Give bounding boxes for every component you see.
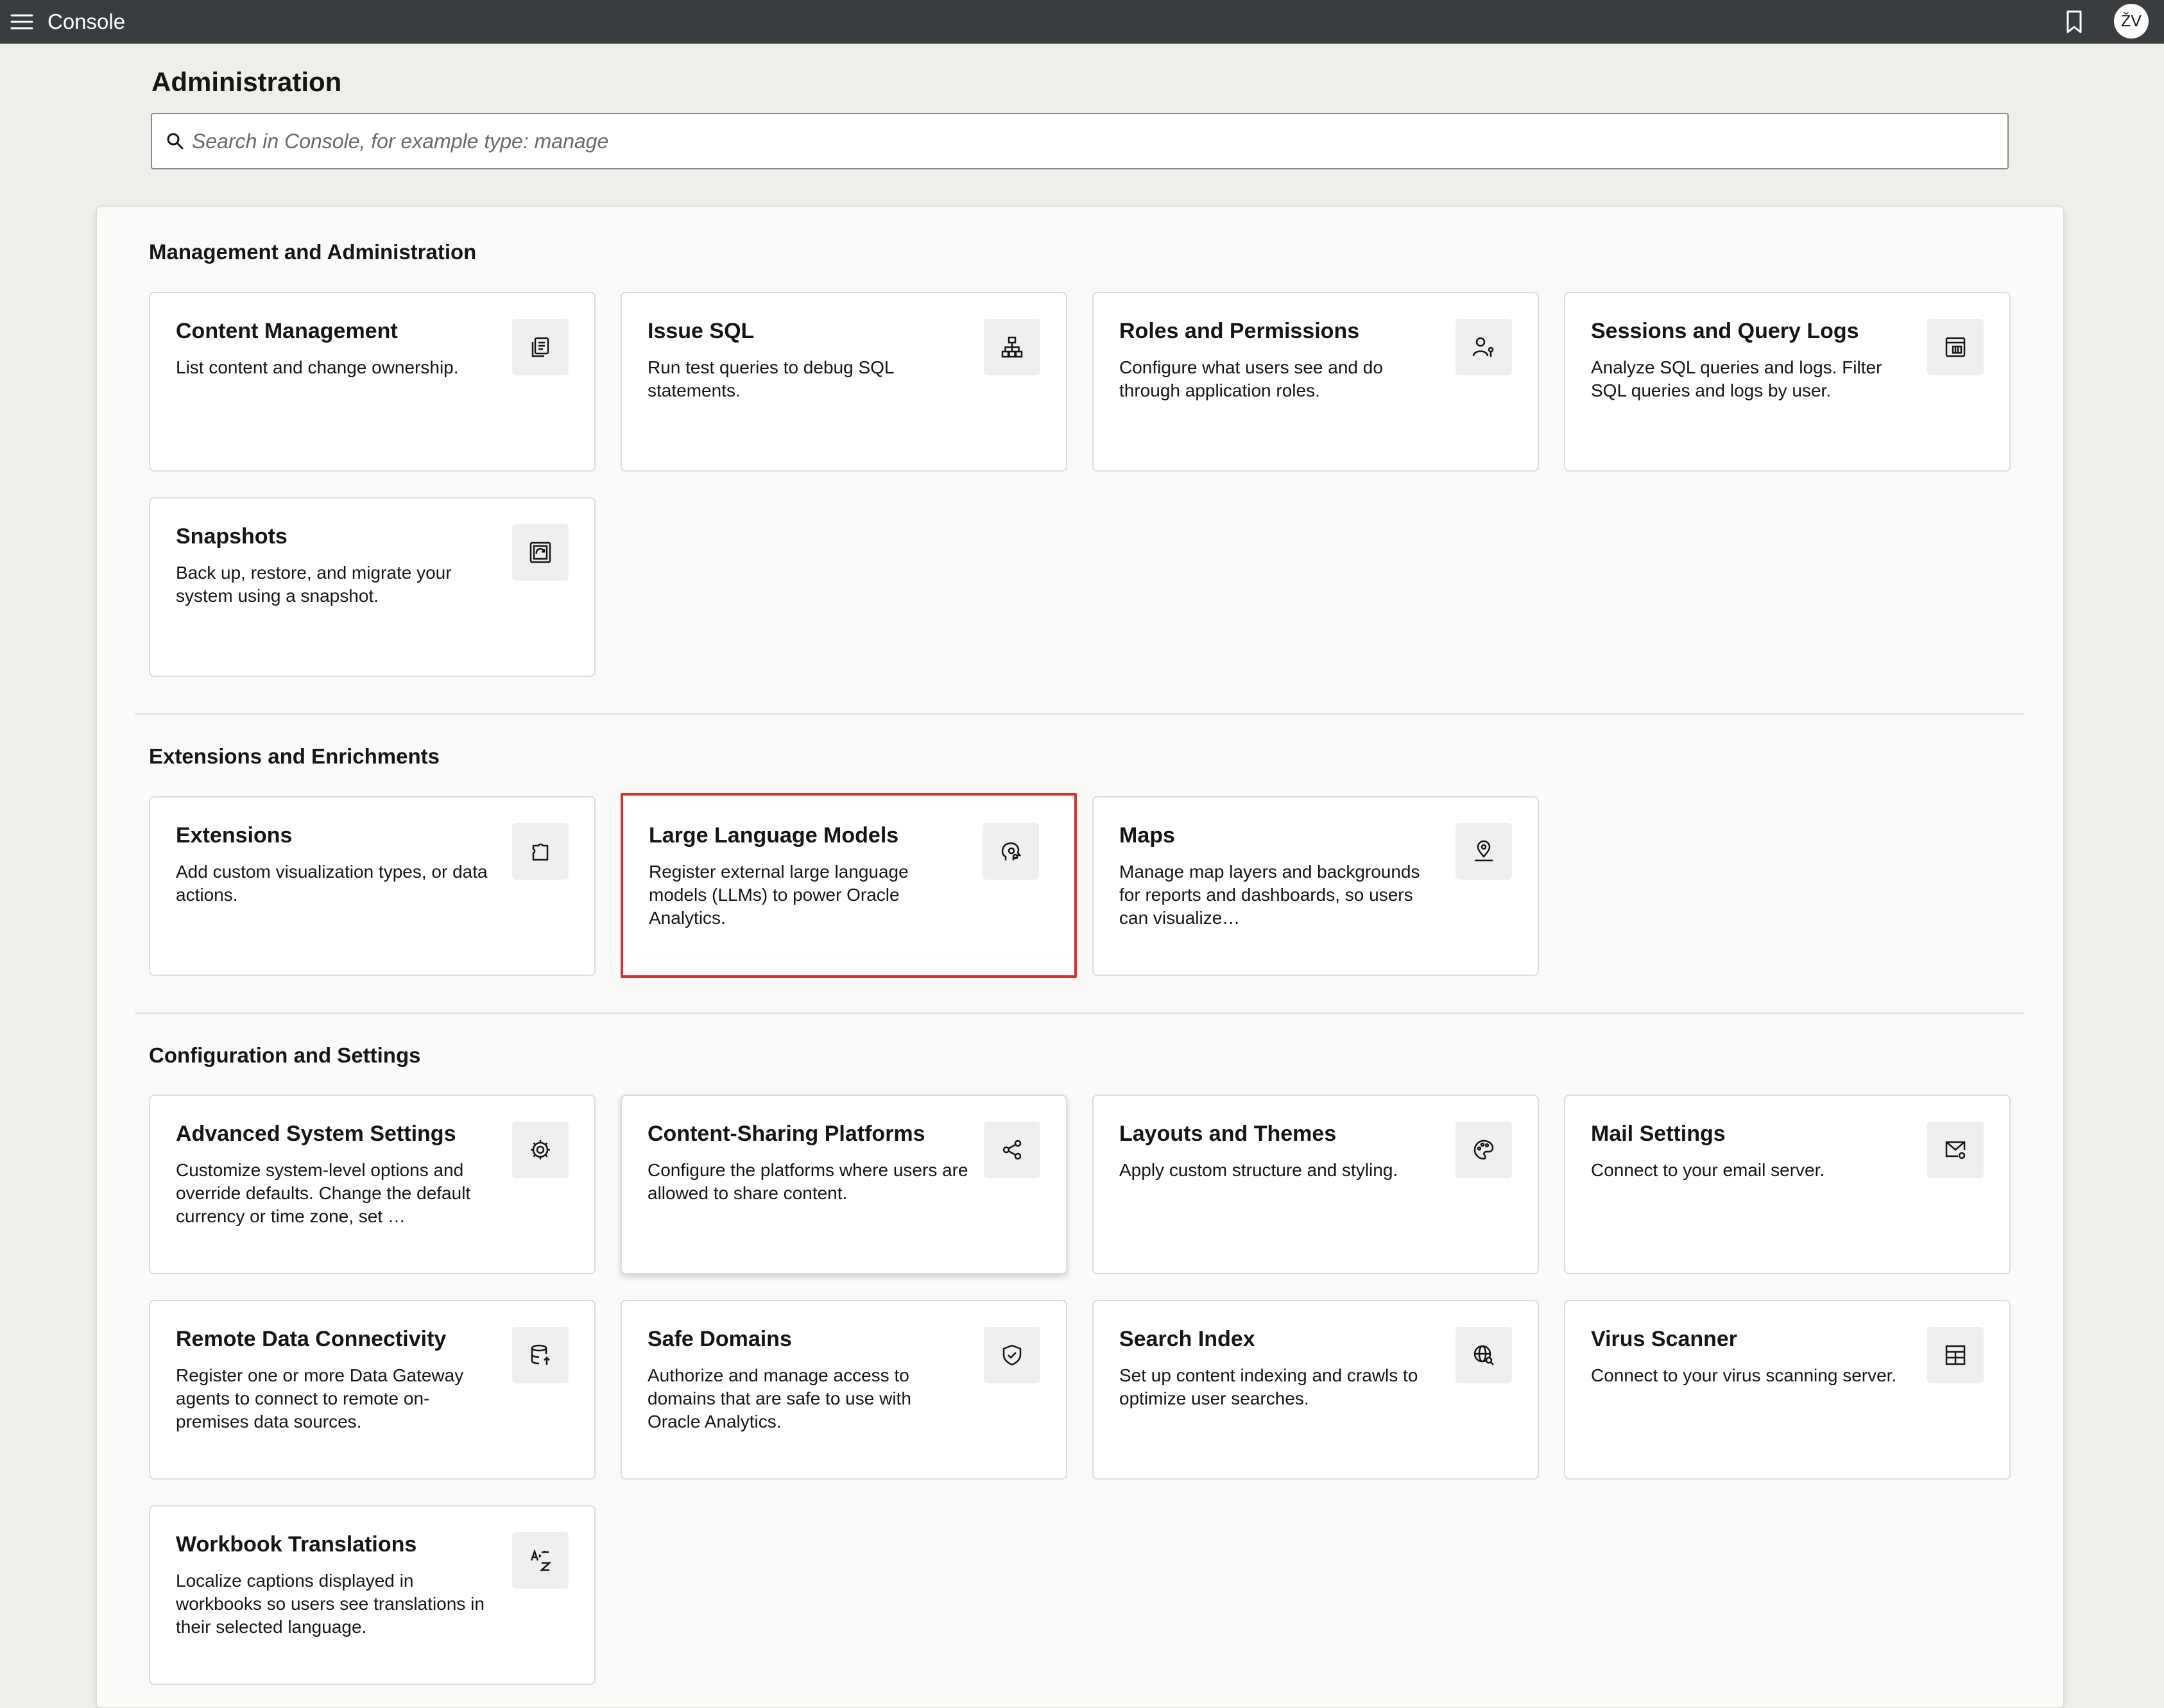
card-mail-settings[interactable]: Mail Settings Connect to your email serv…	[1564, 1095, 2011, 1274]
card-title: Issue SQL	[648, 319, 755, 343]
card-title: Safe Domains	[648, 1327, 792, 1351]
translate-icon	[512, 1532, 569, 1589]
card-remote-data-connectivity[interactable]: Remote Data Connectivity Register one or…	[149, 1300, 596, 1480]
card-title: Large Language Models	[649, 823, 899, 848]
search-input[interactable]	[192, 114, 1989, 168]
query-logs-icon	[1927, 319, 1984, 375]
ai-brain-icon	[983, 823, 1039, 880]
card-snapshots[interactable]: Snapshots Back up, restore, and migrate …	[149, 497, 596, 677]
card-description: Configure the platforms where users are …	[648, 1160, 968, 1203]
search-box	[151, 113, 2009, 169]
card-description: Connect to your email server.	[1591, 1160, 1825, 1180]
card-description: Customize system-level options and overr…	[176, 1160, 471, 1226]
card-workbook-translations[interactable]: Workbook Translations Localize captions …	[149, 1505, 596, 1685]
card-safe-domains[interactable]: Safe Domains Authorize and manage access…	[621, 1300, 1067, 1480]
card-title: Sessions and Query Logs	[1591, 319, 1859, 343]
card-title: Content Management	[176, 319, 398, 343]
card-description: Back up, restore, and migrate your syste…	[176, 563, 452, 606]
card-title: Workbook Translations	[176, 1532, 417, 1557]
app-title: Console	[47, 10, 126, 33]
section-divider	[135, 713, 2024, 715]
card-description: Register one or more Data Gateway agents…	[176, 1365, 464, 1431]
content-management-icon	[512, 319, 569, 375]
card-description: List content and change ownership.	[176, 357, 459, 377]
gear-icon	[512, 1122, 569, 1178]
section-title-extensions: Extensions and Enrichments	[149, 744, 440, 768]
shield-check-icon	[984, 1327, 1040, 1383]
card-description: Connect to your virus scanning server.	[1591, 1365, 1897, 1385]
card-content-management[interactable]: Content Management List content and chan…	[149, 292, 596, 472]
user-roles-icon	[1456, 319, 1512, 375]
mail-settings-icon	[1927, 1122, 1984, 1178]
card-title: Roles and Permissions	[1119, 319, 1360, 343]
card-roles-permissions[interactable]: Roles and Permissions Configure what use…	[1092, 292, 1539, 472]
section-title-management: Management and Administration	[149, 240, 477, 264]
palette-icon	[1456, 1122, 1512, 1178]
puzzle-piece-icon	[512, 823, 569, 880]
map-pin-icon	[1456, 823, 1512, 880]
card-advanced-system-settings[interactable]: Advanced System Settings Customize syste…	[149, 1095, 596, 1274]
card-title: Virus Scanner	[1591, 1327, 1738, 1351]
bookmark-icon[interactable]	[2061, 5, 2087, 38]
card-extensions[interactable]: Extensions Add custom visualization type…	[149, 796, 596, 976]
user-avatar[interactable]: ŽV	[2114, 4, 2149, 38]
card-description: Localize captions displayed in workbooks…	[176, 1571, 485, 1637]
card-content-sharing-platforms[interactable]: Content-Sharing Platforms Configure the …	[621, 1095, 1067, 1274]
card-description: Manage map layers and backgrounds for re…	[1119, 862, 1420, 928]
page-title: Administration	[151, 67, 342, 97]
database-upload-icon	[512, 1327, 569, 1383]
top-bar: Console ŽV	[0, 0, 2164, 44]
card-search-index[interactable]: Search Index Set up content indexing and…	[1092, 1300, 1539, 1480]
card-title: Maps	[1119, 823, 1175, 848]
card-layouts-themes[interactable]: Layouts and Themes Apply custom structur…	[1092, 1095, 1539, 1274]
card-description: Add custom visualization types, or data …	[176, 862, 488, 905]
card-description: Apply custom structure and styling.	[1119, 1160, 1398, 1180]
search-icon	[165, 131, 185, 151]
card-title: Remote Data Connectivity	[176, 1327, 447, 1351]
card-title: Snapshots	[176, 524, 288, 549]
card-description: Analyze SQL queries and logs. Filter SQL…	[1591, 357, 1882, 400]
card-title: Content-Sharing Platforms	[648, 1122, 925, 1146]
card-description: Register external large language models …	[649, 862, 909, 928]
card-title: Layouts and Themes	[1119, 1122, 1337, 1146]
card-title: Search Index	[1119, 1327, 1255, 1351]
card-title: Mail Settings	[1591, 1122, 1726, 1146]
snapshot-icon	[512, 524, 569, 581]
card-maps[interactable]: Maps Manage map layers and backgrounds f…	[1092, 796, 1539, 976]
card-large-language-models[interactable]: Large Language Models Register external …	[621, 793, 1077, 978]
card-title: Extensions	[176, 823, 293, 848]
share-icon	[984, 1122, 1040, 1178]
card-issue-sql[interactable]: Issue SQL Run test queries to debug SQL …	[621, 292, 1067, 472]
card-virus-scanner[interactable]: Virus Scanner Connect to your virus scan…	[1564, 1300, 2011, 1480]
hamburger-menu-icon[interactable]	[9, 9, 35, 35]
section-divider	[135, 1012, 2024, 1014]
card-description: Configure what users see and do through …	[1119, 357, 1383, 400]
sql-hierarchy-icon	[984, 319, 1040, 375]
globe-search-icon	[1456, 1327, 1512, 1383]
section-title-configuration: Configuration and Settings	[149, 1043, 421, 1067]
card-title: Advanced System Settings	[176, 1122, 456, 1146]
card-description: Run test queries to debug SQL statements…	[648, 357, 894, 400]
card-sessions-query-logs[interactable]: Sessions and Query Logs Analyze SQL quer…	[1564, 292, 2011, 472]
scanner-grid-icon	[1927, 1327, 1984, 1383]
card-description: Set up content indexing and crawls to op…	[1119, 1365, 1418, 1408]
card-description: Authorize and manage access to domains t…	[648, 1365, 911, 1431]
